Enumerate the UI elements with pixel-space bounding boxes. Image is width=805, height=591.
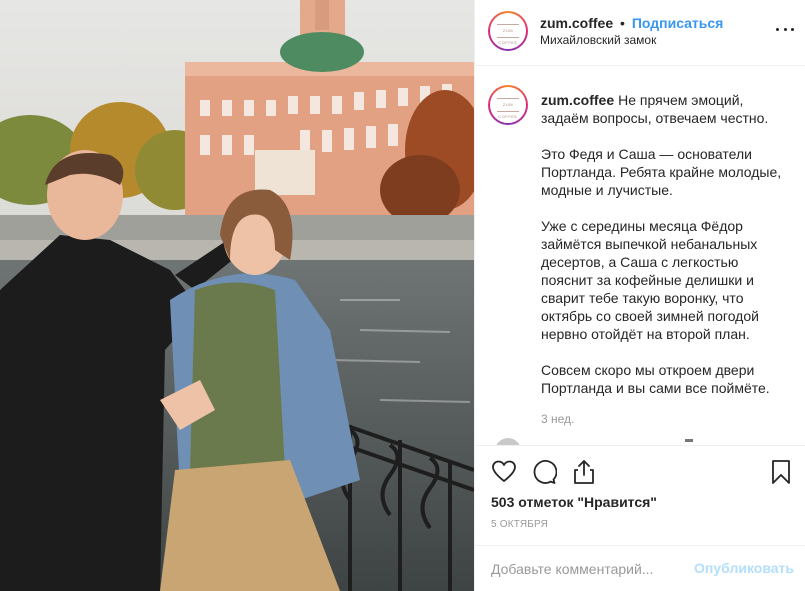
post-header: ZUM COFFEE zum.coffee • Подписаться Миха… — [475, 0, 805, 66]
avatar-inner: ZUM COFFEE — [490, 13, 526, 49]
more-dot — [776, 27, 779, 31]
more-dot — [791, 27, 794, 31]
profile-avatar[interactable]: ZUM COFFEE — [488, 11, 528, 51]
avatar-logo: ZUM COFFEE — [497, 98, 519, 119]
username-link[interactable]: zum.coffee — [540, 15, 613, 31]
caption-timestamp[interactable]: 3 нед. — [541, 412, 574, 426]
caption-avatar[interactable]: ZUM COFFEE — [488, 85, 528, 125]
publish-button[interactable]: Опубликовать — [694, 560, 794, 576]
bookmark-icon-svg — [772, 460, 790, 484]
comment-icon-svg — [533, 460, 557, 484]
comment-text-fragment — [685, 439, 693, 442]
caption-paragraph: Это Федя и Саша — основатели Портланда. … — [541, 146, 782, 198]
share-icon[interactable] — [571, 459, 597, 485]
caption-username-link[interactable]: zum.coffee — [541, 92, 614, 108]
comment-input[interactable] — [491, 558, 691, 580]
post-actions: 503 отметок "Нравится" 5 октября — [475, 445, 805, 545]
heart-icon-svg — [492, 460, 516, 482]
avatar-inner: ZUM COFFEE — [490, 87, 526, 123]
post-photo[interactable] — [0, 0, 474, 591]
post-panel: ZUM COFFEE zum.coffee • Подписаться Миха… — [474, 0, 805, 591]
comments-area[interactable]: ZUM COFFEE zum.coffee Не прячем эмоций, з… — [475, 67, 805, 445]
header-user-line: zum.coffee • Подписаться — [540, 15, 723, 31]
follow-button[interactable]: Подписаться — [632, 15, 724, 31]
post-caption: zum.coffee Не прячем эмоций, задаём вопро… — [541, 91, 793, 415]
location-link[interactable]: Михайловский замок — [540, 33, 656, 47]
caption-paragraph: zum.coffee Не прячем эмоций, задаём вопро… — [541, 91, 793, 127]
bookmark-icon[interactable] — [768, 459, 794, 485]
share-icon-svg — [574, 460, 594, 484]
comment-bubble-icon[interactable] — [531, 459, 557, 485]
likes-count[interactable]: 503 отметок "Нравится" — [491, 494, 657, 510]
post-date[interactable]: 5 октября — [491, 519, 548, 530]
separator-dot: • — [620, 15, 625, 31]
more-dot — [783, 27, 787, 31]
heart-icon[interactable] — [491, 459, 517, 485]
caption-paragraph: Уже с середины месяца Фёдор займётся вып… — [541, 218, 759, 342]
caption-paragraph: Совсем скоро мы откроем двери Портланда … — [541, 362, 770, 396]
commenter-avatar[interactable] — [495, 438, 521, 445]
photo-illustration — [0, 0, 474, 591]
add-comment-bar: Опубликовать — [475, 545, 805, 591]
avatar-logo: ZUM COFFEE — [497, 24, 519, 45]
more-dots-icon[interactable] — [776, 24, 794, 34]
